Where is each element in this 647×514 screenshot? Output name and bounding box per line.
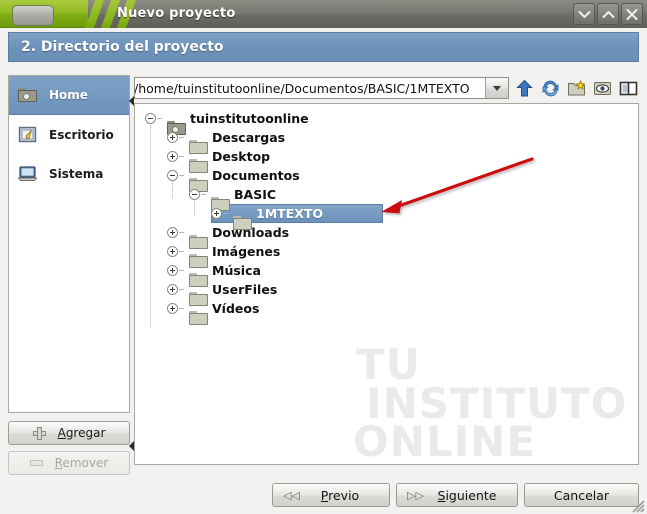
forward-icon: ▷▷	[407, 489, 424, 502]
watermark-line-1: TU	[356, 340, 421, 389]
show-hidden-icon	[594, 81, 611, 95]
new-folder-button[interactable]	[567, 79, 586, 98]
new-project-dialog: Nuevo proyecto 2. Directorio del proyect…	[0, 0, 647, 514]
new-folder-icon	[568, 79, 586, 95]
folder-home-icon	[18, 86, 38, 104]
cancel-label: Cancelar	[553, 487, 610, 503]
expander-expand-icon[interactable]	[167, 132, 178, 143]
app-logo-block	[0, 0, 88, 28]
refresh-icon	[542, 80, 559, 96]
chevron-down-icon	[578, 10, 590, 18]
tree-row[interactable]: Vídeos	[135, 299, 638, 325]
sidebar-empty-area	[9, 193, 129, 412]
tree-row[interactable]: Imágenes	[135, 242, 638, 268]
tree-row-label: Desktop	[212, 149, 271, 164]
tree-row[interactable]: Documentos	[135, 166, 638, 192]
tree-row-label: Documentos	[212, 168, 300, 183]
sidebar-item-escritorio[interactable]: Escritorio	[9, 115, 129, 154]
directory-tree[interactable]: tuinstitutoonline Descargas Desktop Docu…	[135, 104, 638, 328]
close-icon	[626, 8, 638, 20]
expander-expand-icon[interactable]	[167, 284, 178, 295]
title-bar: Nuevo proyecto	[0, 0, 647, 28]
tree-row-label: Vídeos	[212, 301, 260, 316]
tree-row-label: 1MTEXTO	[256, 206, 323, 221]
next-label: Siguiente	[437, 487, 497, 503]
chevron-down-icon	[493, 85, 501, 91]
add-place-label: Agregar	[57, 426, 106, 440]
next-button[interactable]: ▷▷ Siguiente	[396, 483, 518, 507]
parent-folder-button[interactable]	[515, 79, 534, 98]
sidebar-item-label: Home	[49, 88, 88, 102]
expander-expand-icon[interactable]	[167, 265, 178, 276]
tree-row[interactable]: Desktop	[135, 147, 638, 173]
tree-row[interactable]: Downloads	[135, 223, 638, 249]
expander-expand-icon[interactable]	[167, 246, 178, 257]
watermark-line-3: ONLINE	[353, 417, 537, 465]
plus-icon	[32, 426, 46, 440]
directory-tree-pane[interactable]: TU INSTITUTO ONLINE tuinstitutoonline De…	[134, 103, 639, 465]
remove-place-button[interactable]: Remover	[8, 451, 130, 475]
step-header: 2. Directorio del proyecto	[8, 32, 639, 62]
previous-button[interactable]: ◁◁ Previo	[272, 483, 390, 507]
tree-row-label: Downloads	[212, 225, 290, 240]
window-controls	[573, 3, 643, 25]
computer-icon	[17, 165, 38, 183]
maximize-button[interactable]	[597, 3, 619, 25]
path-text[interactable]: /home/tuinstitutoonline/Documentos/BASIC…	[135, 81, 485, 96]
split-view-icon	[619, 81, 638, 95]
expander-expand-icon[interactable]	[211, 208, 222, 219]
split-view-button[interactable]	[619, 79, 638, 98]
tree-row[interactable]: BASIC	[135, 185, 638, 211]
minus-icon	[29, 460, 43, 466]
tree-row-label: Imágenes	[212, 244, 281, 259]
tree-row[interactable]: tuinstitutoonline	[135, 109, 638, 135]
tree-row-label: Descargas	[212, 130, 286, 145]
file-toolbar[interactable]	[515, 76, 638, 100]
expander-expand-icon[interactable]	[167, 227, 178, 238]
window-title: Nuevo proyecto	[117, 6, 236, 21]
tree-row[interactable]: Descargas	[135, 128, 638, 154]
places-sidebar[interactable]: Home Escritorio Sistema	[8, 75, 130, 413]
remove-place-label: Remover	[54, 456, 109, 470]
tree-row[interactable]: UserFiles	[135, 280, 638, 306]
sidebar-item-sistema[interactable]: Sistema	[9, 154, 129, 193]
cancel-button[interactable]: Cancelar	[524, 483, 639, 507]
app-icon	[12, 5, 54, 26]
watermark-line-2: INSTITUTO	[366, 378, 628, 428]
show-hidden-button[interactable]	[593, 79, 612, 98]
tree-row-label: Música	[212, 263, 261, 278]
refresh-button[interactable]	[541, 79, 560, 98]
rewind-icon: ◁◁	[283, 489, 300, 502]
sidebar-item-home[interactable]: Home	[9, 76, 129, 115]
expander-expand-icon[interactable]	[167, 303, 178, 314]
sidebar-item-label: Escritorio	[49, 127, 114, 142]
add-place-button[interactable]: Agregar	[8, 421, 130, 445]
path-combobox[interactable]: /home/tuinstitutoonline/Documentos/BASIC…	[134, 77, 509, 99]
expander-collapse-icon[interactable]	[189, 189, 200, 200]
close-button[interactable]	[621, 3, 643, 25]
minimize-button[interactable]	[573, 3, 595, 25]
resize-grip[interactable]	[629, 497, 645, 513]
path-dropdown-button[interactable]	[485, 78, 508, 98]
tree-row-label: UserFiles	[212, 282, 278, 297]
expander-expand-icon[interactable]	[167, 151, 178, 162]
expander-collapse-icon[interactable]	[167, 170, 178, 181]
parent-folder-icon	[516, 79, 533, 96]
chevron-up-icon	[602, 10, 614, 18]
expander-collapse-icon[interactable]	[145, 113, 156, 124]
tree-row[interactable]: Música	[135, 261, 638, 287]
tree-row-label: tuinstitutoonline	[190, 111, 309, 126]
sidebar-item-label: Sistema	[49, 166, 104, 181]
previous-label: Previo	[320, 487, 360, 503]
tree-row-label: BASIC	[234, 187, 277, 202]
desktop-icon	[18, 126, 38, 144]
step-title: 2. Directorio del proyecto	[21, 39, 224, 55]
watermark-logo: TU INSTITUTO ONLINE	[353, 340, 638, 465]
